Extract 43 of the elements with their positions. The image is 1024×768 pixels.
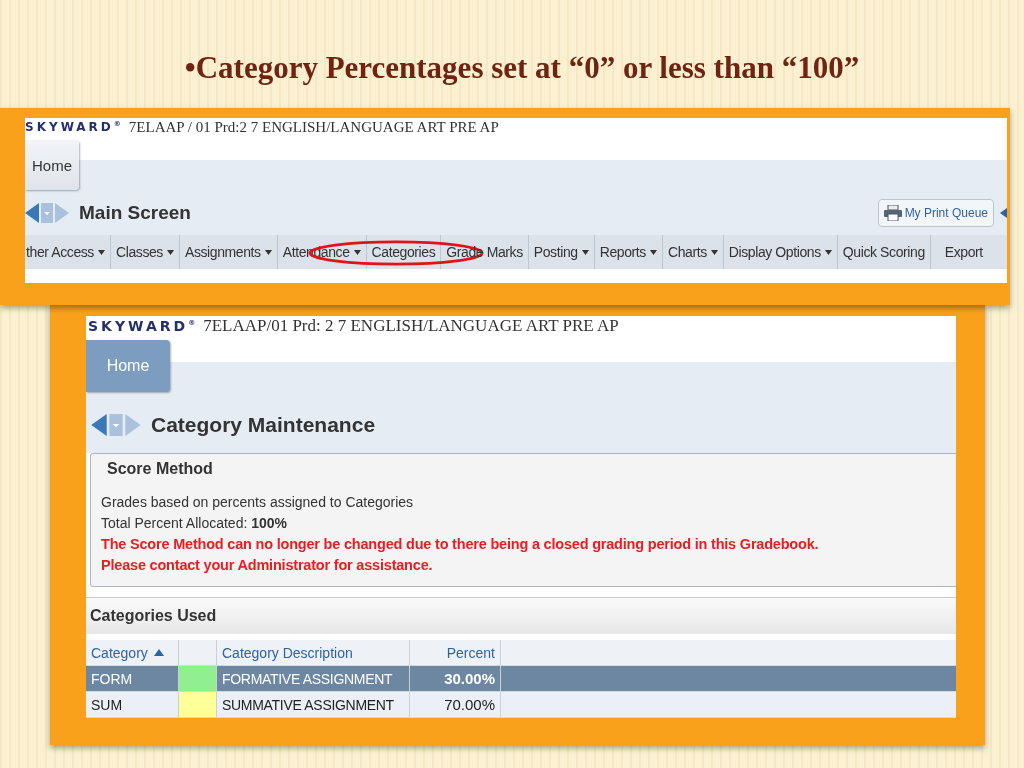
printer-icon [883,204,902,221]
sort-ascending-icon [153,649,164,656]
skyward-logo: SKYWARD$^{®}$ [25,120,121,134]
page-title: Category Maintenance [151,413,376,438]
print-queue-button[interactable]: My Print Queue [877,198,994,227]
info-text: Grades based on percents assigned to Categories [101,493,415,513]
warning-text: The Score Method can no longer be changed due to there being a closed grading period in this Gradebook. [101,535,820,555]
menu-item[interactable]: Posting [528,235,594,269]
history-dropdown-icon[interactable] [109,414,123,437]
menu-item[interactable]: ther Access [25,235,110,269]
table-cell: 70.00% [410,692,501,717]
info-text: Total Percent Allocated: 100% [101,514,288,534]
forward-arrow-icon[interactable] [55,202,69,223]
home-tab[interactable]: Home [25,140,79,190]
column-header[interactable]: Percent [410,640,501,665]
menu-item[interactable]: Assignments [179,235,277,269]
table-row[interactable]: SUM SUMMATIVE ASSIGNMENT 70.00% [86,692,956,718]
table-row[interactable]: FORM FORMATIVE ASSIGNMENT 30.00% [86,666,956,692]
menu-item[interactable]: Categories [366,235,441,269]
column-header[interactable]: Category Description [217,640,410,665]
panel-title: Score Method [107,460,214,479]
forward-arrow-icon[interactable] [125,414,141,437]
table-cell: SUMMATIVE ASSIGNMENT [217,692,410,717]
slide-title: •Category Percentages set at “0” or less than “100” [184,50,860,86]
back-arrow-icon[interactable] [25,202,39,223]
menu-item[interactable]: Display Options [723,235,837,269]
warning-text: Please contact your Administrator for assistance. [101,556,434,576]
menu-item[interactable]: Reports [594,235,662,269]
section-title: Categories Used [90,607,217,626]
table-cell: 30.00% [410,666,501,691]
history-dropdown-icon[interactable] [41,202,53,223]
menu-item[interactable]: Classes [110,235,179,269]
back-arrow-icon[interactable] [91,414,107,437]
menu-item[interactable]: Quick Scoring [837,235,930,269]
page-title: Main Screen [79,201,191,224]
skyward-logo: SKYWARD$^{®}$ [88,318,196,334]
course-title: 7ELAAP / 01 Prd:2 7 ENGLISH/LANGUAGE ART PRE AP [128,118,499,136]
column-header[interactable]: Category [86,640,179,665]
menu-item[interactable]: Charts [662,235,723,269]
left-arrow-icon[interactable] [1000,207,1007,218]
menu-item[interactable]: Export [939,235,988,269]
table-cell: FORMATIVE ASSIGNMENT [217,666,410,691]
course-title: 7ELAAP/01 Prd: 2 7 ENGLISH/LANGUAGE ART PRE AP [203,316,619,336]
